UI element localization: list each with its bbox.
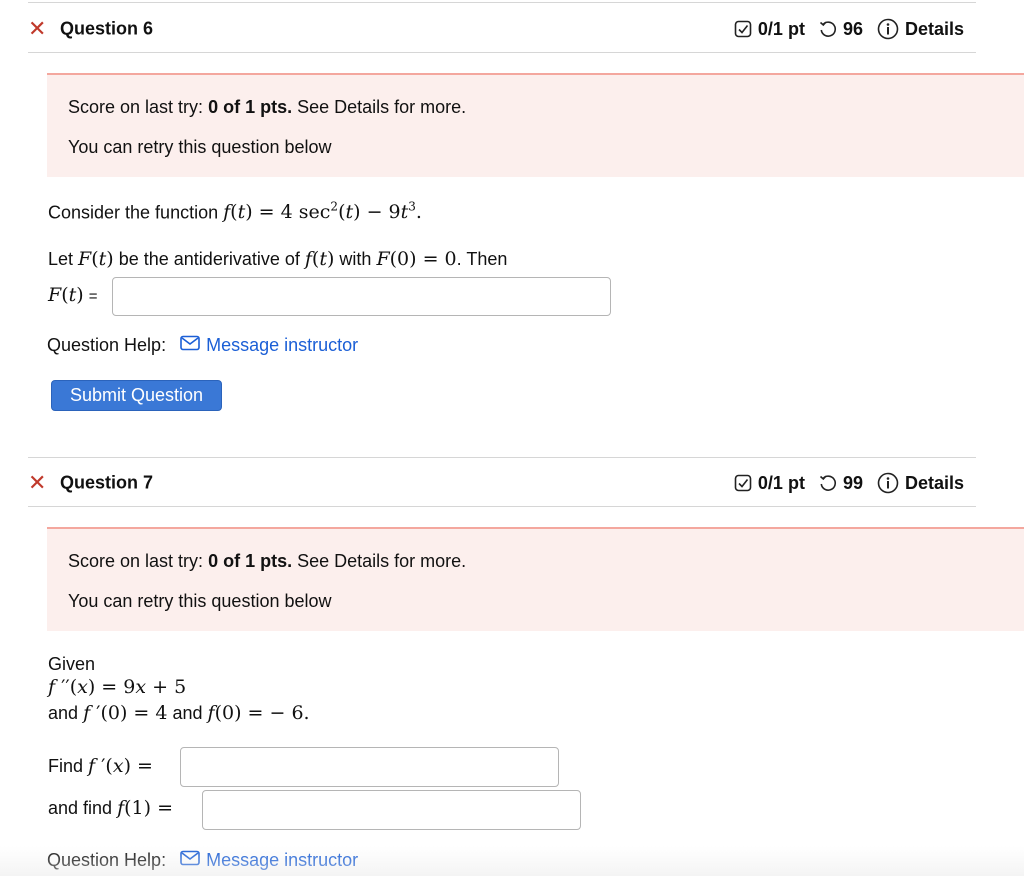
given-equation: f ′′(x) = 9x + 5 [48, 676, 186, 698]
retry-text: You can retry this question below [68, 591, 332, 611]
second-derivative-expression: f ′′(x) = 9x + 5 [48, 676, 187, 698]
antiderivative-text: be the antiderivative of [118, 249, 300, 269]
derivative-symbol: f ′(x) = [88, 755, 153, 777]
score-points: 0 of 1 pts. [208, 551, 293, 571]
value-symbol: f(1) = [117, 797, 173, 819]
function-symbol: f(t) [304, 248, 335, 270]
and-text-2: and [172, 703, 203, 723]
and-text: and [48, 703, 79, 723]
checkbox-score-icon [734, 20, 752, 38]
message-instructor-link[interactable]: Message instructor [206, 335, 358, 356]
message-instructor-link[interactable]: Message instructor [206, 850, 358, 871]
attempts-value: 96 [842, 18, 863, 39]
answer-label: F(t) = [48, 284, 97, 306]
question-title: Question 7 [60, 472, 154, 493]
score-summary: Score on last try: 0 of 1 pts. See Detai… [68, 97, 466, 118]
divider-top [28, 2, 976, 3]
retry-text: You can retry this question below [68, 137, 332, 157]
score-suffix: See Details for more. [292, 97, 467, 117]
answer-input[interactable] [112, 277, 611, 316]
question-meta: 0/1 pt 96 Details [734, 18, 964, 40]
divider-header [28, 52, 976, 53]
retry-icon [819, 20, 837, 38]
initial-condition: F(0) = 0 [376, 248, 457, 270]
question-6-prompt: Consider the function f(t) = 4 sec2(t) −… [48, 200, 422, 223]
question-meta: 0/1 pt 99 Details [734, 472, 964, 494]
value-condition: f(0) = − 6. [207, 702, 310, 724]
score-value: 0/1 pt [757, 472, 805, 493]
and-find-text: and find [48, 798, 113, 818]
question-help-label: Question Help: [47, 335, 167, 355]
value-answer-input[interactable] [202, 790, 581, 830]
answer-symbol: F(t) [48, 284, 84, 306]
score-summary: Score on last try: 0 of 1 pts. See Detai… [68, 551, 466, 572]
envelope-icon[interactable] [180, 850, 200, 871]
question-7-header: ✕ Question 7 0/1 pt 99 Details [28, 458, 976, 508]
divider-question-7-header [28, 506, 976, 507]
equals-sign: = [88, 288, 98, 305]
score-suffix: See Details for more. [292, 551, 467, 571]
question-title: Question 6 [60, 18, 154, 39]
submit-question-button[interactable]: Submit Question [51, 380, 222, 411]
derivative-answer-input[interactable] [180, 747, 559, 787]
derivative-condition: f ′(0) = 4 [83, 702, 168, 724]
prompt-intro: Consider the function [48, 202, 219, 223]
question-help-label: Question Help: [47, 850, 167, 870]
retry-icon [819, 474, 837, 492]
details-link[interactable]: Details [905, 19, 964, 40]
envelope-icon[interactable] [180, 335, 200, 356]
info-icon[interactable] [877, 472, 899, 494]
score-prefix: Score on last try: [68, 97, 209, 117]
question-6-statement: Let F(t) be the antiderivative of f(t) w… [48, 248, 507, 270]
score-points: 0 of 1 pts. [208, 97, 293, 117]
initial-conditions: and f ′(0) = 4 and f(0) = − 6. [48, 702, 310, 724]
let-text: Let [48, 249, 74, 269]
question-help: Question Help: Message instructor [47, 335, 358, 356]
score-prefix: Score on last try: [68, 551, 209, 571]
antiderivative-symbol: F(t) [78, 248, 114, 270]
find-derivative-label: Find f ′(x) = [48, 755, 153, 777]
details-link[interactable]: Details [905, 473, 964, 494]
score-notice: Score on last try: 0 of 1 pts. See Detai… [47, 73, 1024, 177]
question-help: Question Help: Message instructor [47, 850, 358, 871]
then-text: . Then [456, 249, 508, 269]
attempts-value: 99 [842, 472, 863, 493]
given-label: Given [48, 654, 96, 674]
find-value-label: and find f(1) = [48, 797, 173, 819]
with-text: with [339, 249, 372, 269]
find-text: Find [48, 756, 84, 776]
checkbox-score-icon [734, 474, 752, 492]
function-expression: f(t) = 4 sec2(t) − 9t3. [223, 200, 422, 224]
info-icon[interactable] [877, 18, 899, 40]
score-notice: Score on last try: 0 of 1 pts. See Detai… [47, 527, 1024, 631]
score-value: 0/1 pt [757, 18, 805, 39]
question-6-header: ✕ Question 6 0/1 pt 96 Details [28, 4, 976, 54]
close-x-icon: ✕ [28, 16, 47, 41]
close-x-icon: ✕ [28, 470, 47, 495]
